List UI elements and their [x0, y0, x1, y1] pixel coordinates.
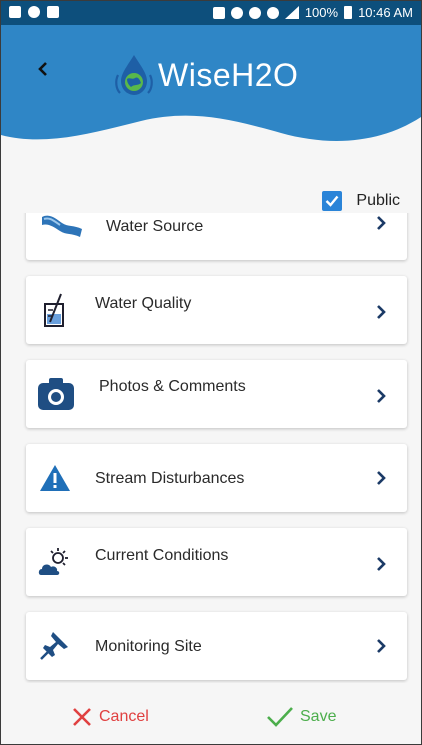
menu-item-water-source[interactable]: Water Source	[26, 213, 407, 260]
alarm-icon	[248, 6, 261, 19]
weather-icon	[38, 547, 72, 577]
public-toggle[interactable]: Public	[322, 191, 400, 211]
water-drop-globe-icon	[115, 55, 153, 95]
status-notifications	[9, 6, 59, 18]
menu-item-photos-comments[interactable]: Photos & Comments	[26, 360, 407, 428]
app-logo: WiseH2O	[114, 53, 298, 97]
public-checkbox[interactable]	[322, 191, 343, 211]
save-label: Save	[300, 708, 337, 725]
save-button[interactable]: Save	[266, 706, 336, 728]
chevron-right-icon	[377, 557, 386, 571]
wifi-icon	[266, 6, 279, 19]
back-button[interactable]	[31, 57, 55, 81]
beaker-icon	[42, 290, 68, 330]
security-icon	[28, 6, 40, 18]
cancel-button[interactable]: Cancel	[71, 706, 149, 728]
clipboard-icon	[47, 6, 59, 18]
menu-item-label: Photos & Comments	[99, 378, 246, 395]
chevron-left-icon	[38, 62, 47, 76]
close-icon	[73, 708, 91, 726]
menu-item-current-conditions[interactable]: Current Conditions	[26, 528, 407, 596]
battery-percent: 100%	[304, 5, 339, 20]
menu-item-water-quality[interactable]: Water Quality	[26, 276, 407, 344]
cancel-label: Cancel	[99, 708, 149, 725]
battery-icon	[344, 6, 353, 19]
app-header: WiseH2O	[1, 25, 421, 155]
camera-icon	[37, 377, 75, 411]
warning-icon	[39, 464, 71, 492]
chevron-right-icon	[377, 389, 386, 403]
menu-item-label: Water Source	[106, 218, 204, 235]
lock-icon	[212, 6, 225, 19]
section-list[interactable]: Water Source Water Quality Photos & Comm…	[1, 213, 421, 683]
water-source-icon	[40, 213, 84, 239]
menu-item-monitoring-site[interactable]: Monitoring Site	[26, 612, 407, 680]
status-bar: 100% 10:46 AM	[1, 1, 421, 25]
menu-item-label: Stream Disturbances	[95, 470, 245, 487]
menu-item-label: Current Conditions	[95, 547, 229, 564]
location-icon	[230, 6, 243, 19]
chevron-right-icon	[377, 639, 386, 653]
checkmark-icon	[326, 195, 339, 207]
checkmark-icon	[267, 707, 293, 727]
app-frame: 100% 10:46 AM WiseH2O Public Water Sourc…	[0, 0, 422, 745]
public-label: Public	[356, 192, 400, 209]
status-system: 100% 10:46 AM	[212, 5, 413, 20]
clock: 10:46 AM	[358, 5, 413, 20]
chevron-right-icon	[377, 471, 386, 485]
signal-icon	[284, 6, 299, 19]
menu-item-label: Monitoring Site	[95, 638, 202, 655]
pushpin-icon	[40, 630, 70, 660]
chevron-right-icon	[377, 216, 386, 230]
gallery-icon	[9, 6, 21, 18]
menu-item-label: Water Quality	[95, 295, 192, 312]
action-bar: Cancel Save	[1, 696, 421, 744]
chevron-right-icon	[377, 305, 386, 319]
menu-item-stream-disturbances[interactable]: Stream Disturbances	[26, 444, 407, 512]
app-title: WiseH2O	[158, 56, 299, 93]
